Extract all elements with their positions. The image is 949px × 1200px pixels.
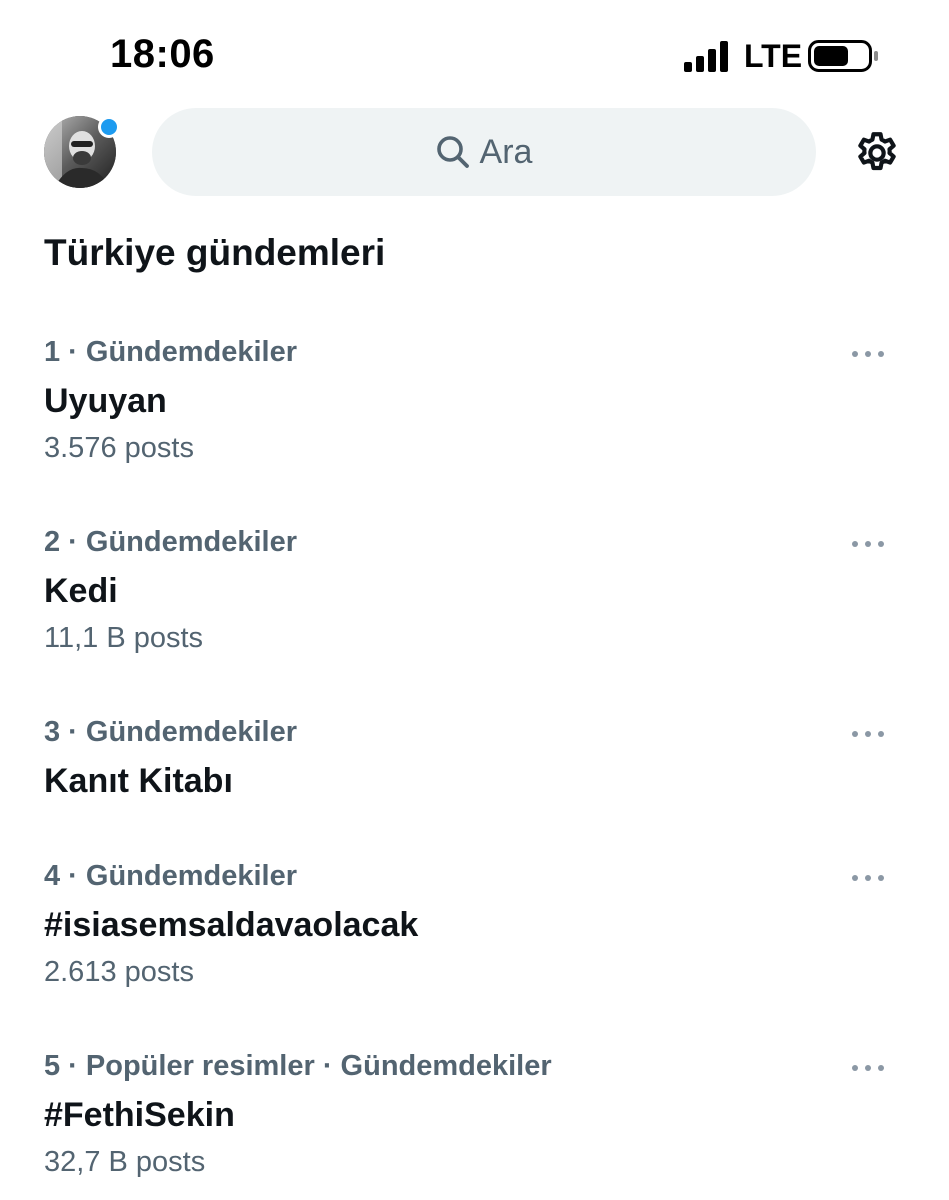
more-dots-icon[interactable] (850, 1058, 886, 1078)
search-input[interactable]: Ara (152, 108, 816, 196)
trend-name: #FethiSekin (44, 1096, 235, 1134)
trend-name: #isiasemsaldavaolacak (44, 906, 419, 944)
search-placeholder: Ara (479, 132, 533, 171)
gear-icon[interactable] (852, 128, 902, 178)
trend-post-count: 2.613 posts (44, 956, 194, 988)
notification-dot (98, 116, 120, 138)
trend-name: Uyuyan (44, 382, 167, 420)
trend-post-count: 11,1 B posts (44, 622, 204, 654)
battery-icon (808, 40, 878, 72)
cellular-signal-icon (684, 41, 728, 72)
trend-meta: 1 · Gündemdekiler (44, 336, 298, 368)
more-dots-icon[interactable] (850, 534, 886, 554)
status-time: 18:06 (110, 32, 215, 76)
trend-meta: 4 · Gündemdekiler (44, 860, 298, 892)
more-dots-icon[interactable] (850, 724, 886, 744)
trend-meta: 2 · Gündemdekiler (44, 526, 298, 558)
trend-name: Kedi (44, 572, 118, 610)
search-icon (436, 136, 469, 168)
trend-post-count: 3.576 posts (44, 432, 194, 464)
trend-name: Kanıt Kitabı (44, 762, 233, 800)
network-type: LTE (744, 38, 803, 74)
more-dots-icon[interactable] (850, 868, 886, 888)
more-dots-icon[interactable] (850, 344, 886, 364)
trend-meta: 5 · Popüler resimler · Gündemdekiler (44, 1050, 552, 1082)
status-bar: 18:06 LTE (0, 0, 949, 100)
trend-post-count: 32,7 B posts (44, 1146, 206, 1178)
page-title: Türkiye gündemleri (44, 232, 386, 273)
trend-meta: 3 · Gündemdekiler (44, 716, 298, 748)
